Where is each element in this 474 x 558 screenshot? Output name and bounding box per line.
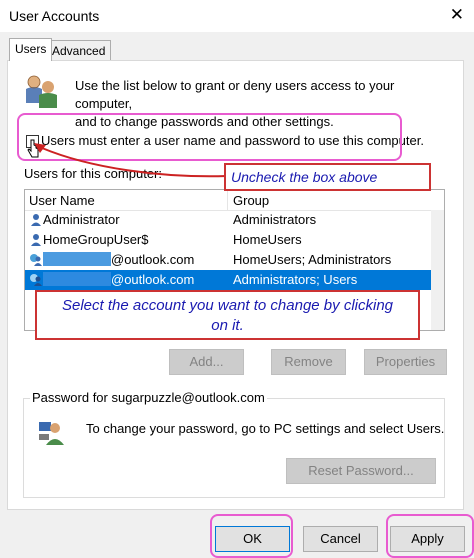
password-instructions: To change your password, go to PC settin…	[86, 421, 445, 436]
user-icon	[31, 234, 41, 246]
close-icon[interactable]: ✕	[450, 6, 464, 23]
user-name-cell: @outlook.com	[43, 252, 194, 267]
tab-users[interactable]: Users	[9, 38, 53, 61]
properties-button[interactable]: Properties	[364, 349, 447, 375]
redacted-email	[43, 252, 111, 266]
user-globe-icon	[30, 274, 42, 286]
column-header-group[interactable]: Group	[233, 193, 269, 208]
user-name-cell: @outlook.com	[43, 272, 194, 287]
password-group-title: Password for sugarpuzzle@outlook.com	[30, 390, 267, 405]
user-group-cell: HomeUsers	[233, 232, 302, 247]
select-account-callout: Select the account you want to change by…	[35, 290, 420, 340]
remove-user-button[interactable]: Remove	[271, 349, 346, 375]
user-keyboard-icon	[39, 422, 64, 445]
add-user-button[interactable]: Add...	[169, 349, 244, 375]
user-name-cell: Administrator	[43, 212, 120, 227]
ok-highlight-outline	[210, 514, 293, 558]
uncheck-callout: Uncheck the box above	[224, 163, 431, 191]
redacted-email	[43, 272, 111, 286]
table-row[interactable]: Administrator Administrators	[25, 210, 431, 230]
table-row-selected[interactable]: @outlook.com Administrators; Users	[25, 270, 431, 290]
users-group-icon	[26, 75, 57, 108]
intro-line-1: Use the list below to grant or deny user…	[75, 78, 395, 111]
reset-password-button[interactable]: Reset Password...	[286, 458, 436, 484]
apply-highlight-outline	[386, 514, 474, 558]
table-row[interactable]: @outlook.com HomeUsers; Administrators	[25, 250, 431, 270]
cancel-button[interactable]: Cancel	[303, 526, 378, 552]
select-callout-line-2: on it.	[211, 317, 244, 334]
listview-scrollbar[interactable]	[431, 210, 444, 330]
annotation-arrow	[34, 143, 228, 178]
listview-header: User Name Group	[25, 190, 444, 211]
user-globe-icon	[30, 254, 42, 266]
user-group-cell: Administrators; Users	[233, 272, 358, 287]
user-name-cell: HomeGroupUser$	[43, 232, 149, 247]
select-callout-line-1: Select the account you want to change by…	[61, 297, 394, 314]
tab-advanced[interactable]: Advanced	[46, 40, 112, 60]
user-icon	[31, 214, 41, 226]
title-bar: User Accounts ✕	[0, 0, 474, 32]
column-divider[interactable]	[227, 190, 228, 210]
user-group-cell: Administrators	[233, 212, 317, 227]
window-title: User Accounts	[9, 8, 100, 24]
user-group-cell: HomeUsers; Administrators	[233, 252, 392, 267]
table-row[interactable]: HomeGroupUser$ HomeUsers	[25, 230, 431, 250]
column-header-user-name[interactable]: User Name	[29, 193, 95, 208]
